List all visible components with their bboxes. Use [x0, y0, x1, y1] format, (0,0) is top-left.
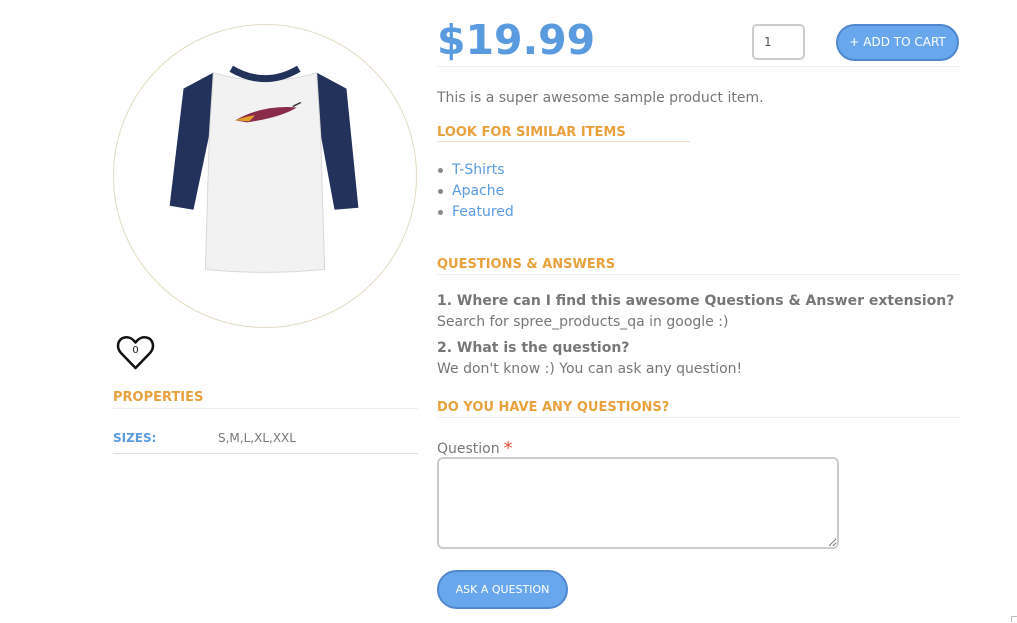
product-description: This is a super awesome sample product i…	[437, 90, 764, 106]
add-to-cart-label: ADD TO CART	[863, 35, 946, 49]
divider	[437, 66, 959, 67]
taxon-link-apache[interactable]: Apache	[452, 183, 504, 199]
ask-question-heading: DO YOU HAVE ANY QUESTIONS?	[437, 400, 959, 418]
bullet-icon	[438, 168, 443, 173]
tshirt-image	[169, 65, 359, 273]
wishlist-button[interactable]: 0	[115, 332, 156, 372]
property-key: SIZES:	[113, 431, 157, 445]
corner-mark	[1011, 616, 1017, 622]
question-textarea[interactable]	[437, 457, 839, 549]
add-to-cart-button[interactable]: + ADD TO CART	[836, 24, 959, 61]
similar-items-list: T-Shirts Apache Featured	[437, 160, 514, 223]
question-label: Question *	[437, 437, 513, 459]
question-label-text: Question	[437, 441, 500, 457]
product-price: $19.99	[437, 16, 596, 64]
property-row: SIZES: S,M,L,XL,XXL	[113, 422, 418, 454]
ask-question-button[interactable]: ASK A QUESTION	[437, 570, 568, 609]
qa-question: 2. What is the question?	[437, 340, 630, 356]
wishlist-count: 0	[132, 345, 139, 356]
similar-items-heading: LOOK FOR SIMILAR ITEMS	[437, 125, 690, 142]
plus-icon: +	[849, 35, 860, 49]
product-image[interactable]	[113, 24, 417, 328]
product-page: 0 PROPERTIES SIZES: S,M,L,XL,XXL $19.99 …	[0, 0, 1017, 623]
bullet-icon	[438, 189, 443, 194]
qa-answer: We don't know :) You can ask any questio…	[437, 361, 743, 377]
qa-question: 1. Where can I find this awesome Questio…	[437, 293, 955, 309]
properties-heading: PROPERTIES	[113, 390, 418, 409]
quantity-input[interactable]	[752, 24, 805, 60]
property-value: S,M,L,XL,XXL	[218, 431, 296, 445]
taxon-link-featured[interactable]: Featured	[452, 204, 514, 220]
taxon-link-tshirts[interactable]: T-Shirts	[452, 162, 505, 178]
bullet-icon	[438, 210, 443, 215]
list-item: Apache	[437, 181, 514, 202]
required-mark: *	[503, 438, 513, 459]
list-item: Featured	[437, 202, 514, 223]
qa-answer: Search for spree_products_qa in google :…	[437, 314, 729, 330]
list-item: T-Shirts	[437, 160, 514, 181]
qa-heading: QUESTIONS & ANSWERS	[437, 257, 959, 275]
